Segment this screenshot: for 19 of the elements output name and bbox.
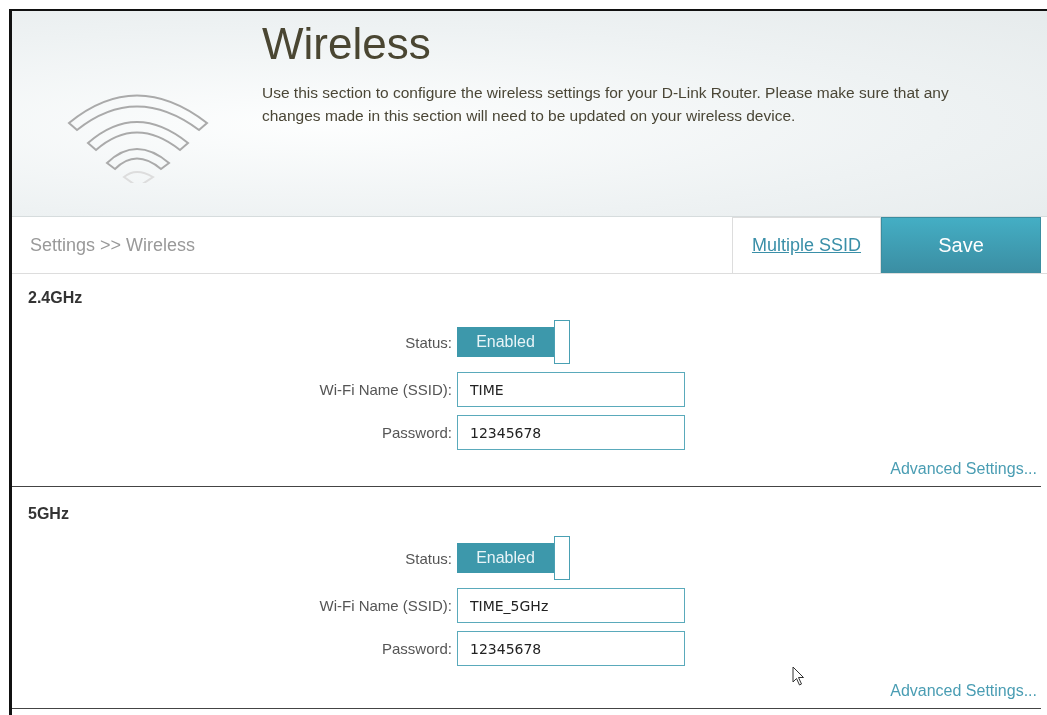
password-field[interactable]: 12345678 (457, 631, 685, 666)
save-button[interactable]: Save (881, 217, 1041, 273)
password-label: Password: (380, 640, 452, 657)
mouse-pointer-icon (792, 666, 806, 686)
band-title: 5GHz (28, 505, 70, 523)
band-title: 2.4GHz (28, 289, 84, 307)
status-label: Status: (404, 333, 452, 351)
advanced-settings-link[interactable]: Advanced Settings... (890, 460, 1037, 478)
ssid-label: Wi-Fi Name (SSID): (318, 381, 452, 398)
password-label: Password: (380, 424, 452, 441)
breadcrumb: Settings >> Wireless (29, 234, 197, 256)
password-field[interactable]: 12345678 (457, 415, 685, 450)
advanced-settings-link[interactable]: Advanced Settings... (890, 682, 1037, 700)
ssid-field[interactable]: TIME (457, 372, 685, 407)
status-label: Status: (404, 549, 452, 567)
page-description: Use this section to configure the wireless settings for your D-Link Router. Please make sure that any changes made in this section will need to be updated on your wireless device. (262, 83, 950, 126)
ssid-label: Wi-Fi Name (SSID): (318, 597, 452, 614)
page-title: Wireless (262, 19, 432, 69)
ssid-field[interactable]: TIME_5GHz (457, 588, 685, 623)
